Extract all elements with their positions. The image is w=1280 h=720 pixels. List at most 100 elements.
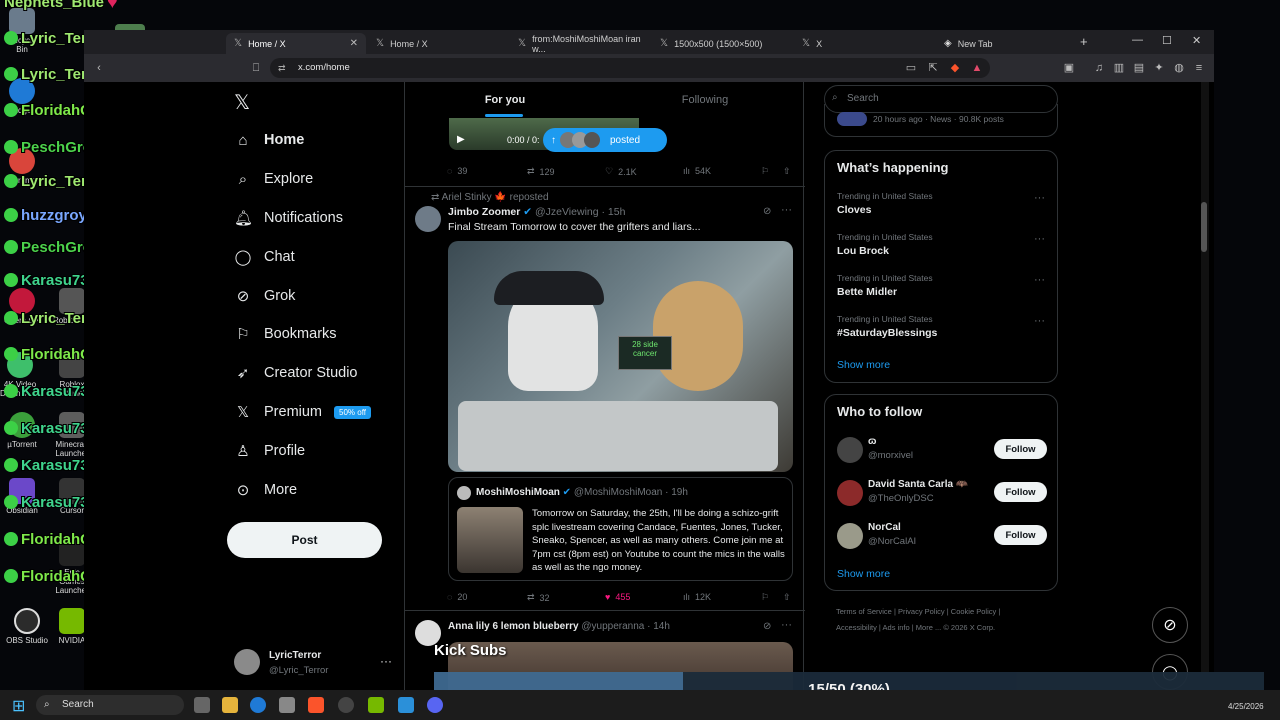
- discord-icon[interactable]: [427, 697, 443, 713]
- close-window-button[interactable]: ✕: [1192, 34, 1201, 47]
- tab-new[interactable]: ◈ New Tab: [936, 33, 1076, 54]
- tweet-image[interactable]: 28 side cancer: [448, 241, 793, 472]
- views-button[interactable]: ılı 12K: [683, 592, 711, 602]
- tab-home[interactable]: 𝕏 Home / X: [368, 33, 508, 54]
- new-posts-pill[interactable]: ↑ posted: [543, 128, 667, 152]
- new-tab-button[interactable]: +: [1080, 34, 1088, 49]
- play-icon[interactable]: ▶: [457, 134, 465, 145]
- trend-more-icon[interactable]: ···: [1034, 315, 1045, 327]
- author-avatar[interactable]: [415, 206, 441, 232]
- bookmark-icon[interactable]: ⎕: [249, 61, 263, 75]
- tweet-more-icon[interactable]: ···: [781, 619, 792, 631]
- site-info-icon[interactable]: ⇄: [278, 63, 286, 74]
- bookmark-button[interactable]: ⚐: [761, 592, 769, 603]
- trend-name[interactable]: Cloves: [837, 204, 871, 216]
- footer-link[interactable]: Privacy Policy: [898, 607, 945, 616]
- x-logo-icon[interactable]: 𝕏: [234, 90, 250, 115]
- share-button[interactable]: ⇧: [783, 592, 791, 603]
- show-more-link[interactable]: Show more: [837, 568, 890, 580]
- sidebar-icon[interactable]: ▥: [1112, 61, 1126, 75]
- reply-button[interactable]: ◌ 20: [447, 592, 467, 602]
- tab-for-you[interactable]: For you: [405, 82, 605, 118]
- trend-name[interactable]: Lou Brock: [837, 245, 889, 257]
- nav-home[interactable]: ⌂ Home: [234, 128, 304, 152]
- nav-notifications[interactable]: 🔔︎ Notifications: [234, 206, 343, 230]
- media-icon[interactable]: ♫: [1092, 61, 1106, 75]
- follow-avatar[interactable]: [837, 480, 863, 506]
- footer-link[interactable]: Cookie Policy: [951, 607, 996, 616]
- account-menu-icon[interactable]: ···: [380, 654, 392, 668]
- address-bar[interactable]: x.com/home: [270, 58, 990, 78]
- footer-link[interactable]: More ...: [916, 623, 941, 632]
- share-icon[interactable]: ⇱: [926, 61, 940, 75]
- news-panel[interactable]: 20 hours ago · News · 90.8K posts: [824, 104, 1058, 137]
- tweet-more-icon[interactable]: ···: [781, 204, 792, 216]
- tab-search[interactable]: 𝕏from:MoshiMoshiMoan iran w...: [510, 33, 650, 54]
- repost-button[interactable]: ⇄ 32: [527, 592, 550, 603]
- grok-icon[interactable]: ⊘: [763, 206, 771, 217]
- brave-shield-icon[interactable]: ◆: [948, 61, 962, 75]
- edge-icon[interactable]: [250, 697, 266, 713]
- menu-icon[interactable]: ≡: [1192, 61, 1206, 75]
- wallet-icon[interactable]: ▣: [1062, 61, 1076, 75]
- author-name[interactable]: Anna lily 6 lemon blueberry: [448, 621, 579, 632]
- share-button[interactable]: ⇧: [783, 166, 791, 177]
- cast-icon[interactable]: ▭: [904, 61, 918, 75]
- follow-button[interactable]: Follow: [994, 439, 1047, 459]
- quote-tweet[interactable]: MoshiMoshiMoan ✔ @MoshiMoshiMoan · 19h T…: [448, 477, 793, 581]
- trend-name[interactable]: #SaturdayBlessings: [837, 327, 937, 339]
- follow-name[interactable]: NorCal: [868, 522, 901, 533]
- author-name[interactable]: Jimbo Zoomer: [448, 206, 520, 218]
- follow-button[interactable]: Follow: [994, 482, 1047, 502]
- windows-start-icon[interactable]: ⊞: [12, 696, 25, 716]
- minimize-button[interactable]: —: [1132, 34, 1143, 46]
- leo-icon[interactable]: ✦: [1152, 61, 1166, 75]
- trend-more-icon[interactable]: ···: [1034, 274, 1045, 286]
- nav-chat[interactable]: ◯ Chat: [234, 245, 295, 269]
- footer-link[interactable]: Ads info: [883, 623, 910, 632]
- follow-name[interactable]: ɷ: [868, 436, 876, 447]
- views-button[interactable]: ılı 54K: [683, 166, 711, 176]
- nav-premium[interactable]: 𝕏 Premium 50% off: [234, 400, 371, 424]
- store-icon[interactable]: [279, 697, 295, 713]
- account-avatar[interactable]: [234, 649, 260, 675]
- task-view-icon[interactable]: [194, 697, 210, 713]
- taskbar-search[interactable]: Search: [36, 695, 184, 715]
- file-explorer-icon[interactable]: [222, 697, 238, 713]
- like-button[interactable]: ♥ 455: [605, 592, 630, 602]
- vpn-icon[interactable]: ◍: [1172, 61, 1186, 75]
- reader-icon[interactable]: ▤: [1132, 61, 1146, 75]
- reply-button[interactable]: ◌ 39: [447, 166, 467, 176]
- follow-avatar[interactable]: [837, 523, 863, 549]
- follow-name[interactable]: David Santa Carla 🦇: [868, 479, 968, 490]
- follow-button[interactable]: Follow: [994, 525, 1047, 545]
- trend-more-icon[interactable]: ···: [1034, 192, 1045, 204]
- footer-link[interactable]: Accessibility: [836, 623, 877, 632]
- obs-icon[interactable]: [338, 697, 354, 713]
- footer-link[interactable]: Terms of Service: [836, 607, 892, 616]
- nav-grok[interactable]: ⊘ Grok: [234, 284, 296, 308]
- nav-explore[interactable]: ⌕ Explore: [234, 167, 313, 191]
- grok-float-button[interactable]: ⊘: [1152, 607, 1188, 643]
- trend-name[interactable]: Bette Midler: [837, 286, 897, 298]
- app-icon[interactable]: [368, 697, 384, 713]
- repost-button[interactable]: ⇄ 129: [527, 166, 555, 177]
- grok-icon[interactable]: ⊘: [763, 621, 771, 632]
- like-button[interactable]: ♡ 2.1K: [605, 166, 637, 177]
- bookmark-button[interactable]: ⚐: [761, 166, 769, 177]
- show-more-link[interactable]: Show more: [837, 359, 890, 371]
- nav-profile[interactable]: ♙ Profile: [234, 439, 305, 463]
- nav-creator-studio[interactable]: ➶ Creator Studio: [234, 361, 358, 385]
- back-icon[interactable]: ‹: [92, 61, 106, 75]
- app-icon[interactable]: [398, 697, 414, 713]
- scrollbar-thumb[interactable]: [1201, 202, 1207, 252]
- scrollbar-track[interactable]: [1201, 82, 1209, 682]
- close-tab-icon[interactable]: ✕: [350, 38, 358, 49]
- brave-rewards-icon[interactable]: ▲: [970, 61, 984, 75]
- tab-following[interactable]: Following: [605, 82, 805, 118]
- maximize-button[interactable]: ☐: [1162, 34, 1172, 47]
- nav-more[interactable]: ⊙ More: [234, 478, 297, 502]
- obs-studio-icon[interactable]: OBS Studio: [2, 608, 52, 645]
- trend-more-icon[interactable]: ···: [1034, 233, 1045, 245]
- follow-avatar[interactable]: [837, 437, 863, 463]
